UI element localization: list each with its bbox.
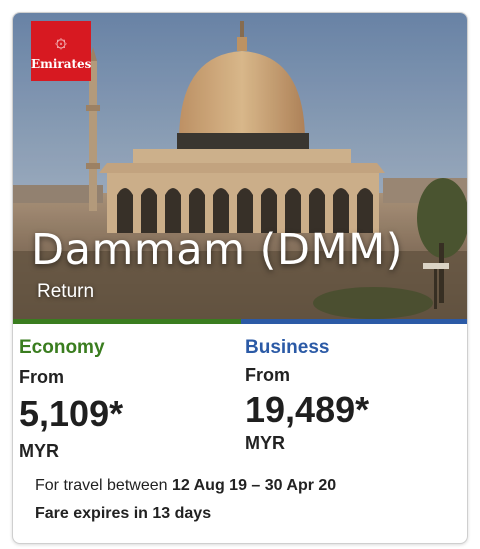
trip-type: Return bbox=[37, 281, 95, 302]
economy-currency: MYR bbox=[19, 441, 59, 461]
logo-wordmark: Emirates bbox=[31, 57, 92, 71]
emirates-logo: ۞ Emirates bbox=[31, 21, 91, 81]
destination-photo: ۞ Emirates Dammam (DMM) Return bbox=[13, 13, 467, 319]
business-accent-bar bbox=[241, 319, 467, 324]
fare-expiry: Fare expires in 13 days bbox=[35, 505, 212, 522]
travel-prefix: For travel between bbox=[35, 477, 168, 494]
economy-accent-bar bbox=[13, 319, 241, 324]
economy-class-label[interactable]: Economy bbox=[19, 337, 105, 359]
business-from-label: From bbox=[245, 365, 290, 385]
business-class-label[interactable]: Business bbox=[245, 337, 329, 359]
destination-title: Dammam (DMM) bbox=[31, 225, 404, 275]
emirates-calligraphy-icon: ۞ bbox=[55, 28, 67, 52]
economy-from-label: From bbox=[19, 367, 64, 387]
business-currency: MYR bbox=[245, 433, 285, 453]
travel-period: For travel between 12 Aug 19 – 30 Apr 20 bbox=[35, 477, 336, 495]
travel-dates: 12 Aug 19 – 30 Apr 20 bbox=[171, 477, 337, 494]
fare-card[interactable]: ۞ Emirates Dammam (DMM) Return Economy F… bbox=[12, 12, 468, 544]
business-price[interactable]: 19,489* bbox=[245, 389, 369, 431]
economy-price[interactable]: 5,109* bbox=[19, 393, 123, 435]
